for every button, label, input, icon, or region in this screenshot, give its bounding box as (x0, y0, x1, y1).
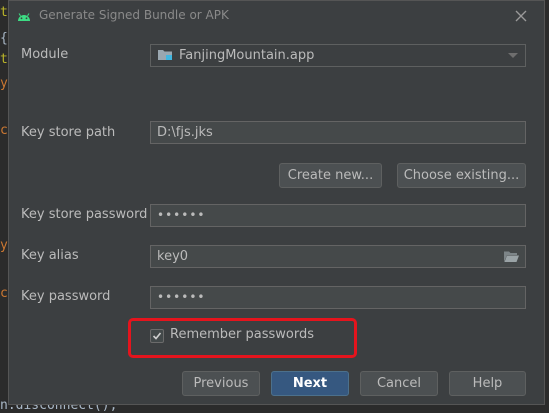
close-button[interactable] (512, 7, 530, 25)
key-store-password-label: Key store password (21, 207, 148, 222)
module-label: Module (21, 47, 69, 62)
create-new-button[interactable]: Create new... (279, 163, 382, 188)
module-select[interactable]: FanjingMountain.app (150, 44, 526, 67)
android-icon (18, 13, 30, 21)
key-alias-value: key0 (157, 249, 189, 264)
dialog-title: Generate Signed Bundle or APK (39, 8, 229, 22)
code-fragment: c (0, 286, 8, 301)
code-fragment: y (0, 76, 8, 91)
help-button[interactable]: Help (449, 371, 526, 396)
key-password-label: Key password (21, 289, 111, 304)
previous-button[interactable]: Previous (182, 371, 260, 396)
remember-passwords-checkbox[interactable] (150, 329, 164, 343)
key-alias-field[interactable]: key0 (150, 245, 526, 268)
folder-browse-icon[interactable] (504, 251, 519, 262)
key-store-password-field[interactable]: •••••• (150, 204, 526, 227)
chevron-down-icon (508, 53, 518, 58)
code-fragment: c (0, 123, 8, 138)
checkmark-icon (152, 332, 162, 340)
module-folder-icon (158, 50, 172, 60)
next-button[interactable]: Next (271, 371, 349, 396)
choose-existing-button[interactable]: Choose existing... (397, 163, 526, 188)
code-fragment: { (0, 31, 8, 46)
close-icon (515, 10, 527, 22)
code-fragment: t (0, 5, 8, 20)
module-value: FanjingMountain.app (179, 48, 315, 63)
key-store-path-field[interactable]: D:\fjs.jks (150, 121, 526, 144)
cancel-button[interactable]: Cancel (360, 371, 438, 396)
dialog-titlebar[interactable]: Generate Signed Bundle or APK (9, 1, 544, 31)
key-store-path-label: Key store path (21, 125, 116, 140)
key-alias-label: Key alias (21, 248, 79, 263)
generate-signed-bundle-dialog: Generate Signed Bundle or APK Module Fan… (8, 0, 545, 405)
code-fragment: y (0, 238, 8, 253)
key-password-field[interactable]: •••••• (150, 286, 526, 309)
code-fragment: t (0, 52, 8, 67)
remember-passwords-label: Remember passwords (170, 327, 314, 342)
